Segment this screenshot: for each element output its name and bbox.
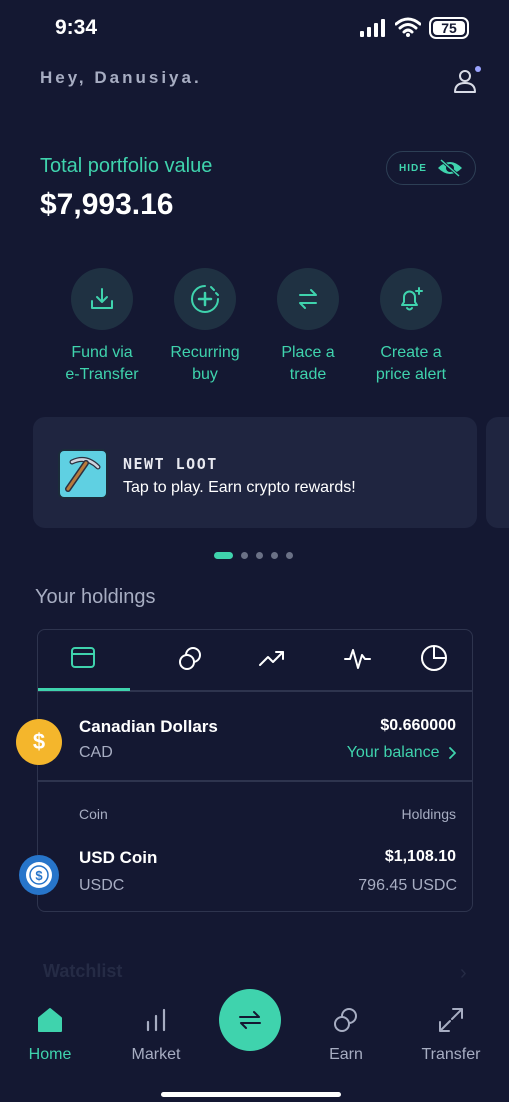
holdings-title: Your holdings: [35, 586, 156, 608]
promo-subtitle: Tap to play. Earn crypto rewards!: [123, 479, 356, 496]
home-indicator: [161, 1092, 341, 1097]
swap-arrows-icon: [239, 1011, 261, 1029]
pie-chart-icon[interactable]: [419, 643, 449, 673]
place-trade-button[interactable]: Place a trade: [253, 268, 363, 386]
usdc-amount: $1,108.10: [384, 848, 456, 865]
create-price-alert-button[interactable]: Create a price alert: [356, 268, 466, 386]
carousel-dot[interactable]: [286, 552, 293, 559]
portfolio-value: $7,993.16: [40, 188, 174, 221]
hide-balance-button[interactable]: HIDE: [386, 151, 476, 185]
carousel-dot-active[interactable]: [214, 552, 233, 559]
bell-plus-icon: [380, 268, 442, 330]
carousel-dot[interactable]: [241, 552, 248, 559]
download-icon: [71, 268, 133, 330]
action-label-line1: Recurring: [170, 344, 240, 361]
action-label-line2: e-Transfer: [65, 366, 139, 383]
nav-earn[interactable]: Earn: [301, 1005, 391, 1064]
hide-label: HIDE: [399, 162, 427, 174]
carousel-indicator: [214, 552, 293, 559]
nav-transfer[interactable]: Transfer: [406, 1005, 496, 1064]
action-label-line1: Create a: [380, 344, 442, 361]
nav-earn-label: Earn: [329, 1046, 363, 1063]
promo-title: NEWT LOOT: [123, 455, 218, 473]
usdc-holdings: 796.45 USDC: [358, 877, 457, 894]
battery-level: 75: [433, 21, 465, 35]
recurring-buy-button[interactable]: Recurring buy: [150, 268, 260, 386]
action-label-line2: price alert: [375, 366, 447, 383]
pickaxe-icon: [58, 449, 108, 499]
nav-home-label: Home: [28, 1046, 72, 1063]
wallet-icon[interactable]: [69, 643, 99, 673]
fund-etransfer-button[interactable]: Fund via e-Transfer: [47, 268, 157, 386]
cellular-signal-icon: [360, 19, 385, 37]
holdings-panel: [37, 629, 473, 912]
bar-chart-icon: [146, 1008, 166, 1032]
column-header-holdings: Holdings: [401, 806, 456, 822]
chevron-right-icon: ›: [460, 962, 467, 984]
cad-amount: $0.660000: [380, 717, 456, 734]
watchlist-title[interactable]: Watchlist: [43, 961, 122, 982]
nav-market[interactable]: Market: [111, 1005, 201, 1064]
cad-name: Canadian Dollars: [79, 717, 218, 736]
coins-icon[interactable]: [176, 643, 206, 673]
column-header-coin: Coin: [79, 806, 108, 822]
carousel-dot[interactable]: [271, 552, 278, 559]
home-icon: [38, 1008, 62, 1032]
promo-card-next[interactable]: [486, 417, 509, 528]
active-tab-indicator: [38, 688, 130, 691]
usdc-code: USDC: [79, 877, 125, 894]
cad-coin-icon: $: [16, 719, 62, 765]
portfolio-label: Total portfolio value: [40, 155, 213, 177]
action-label-line1: Place a: [281, 344, 335, 361]
usdc-name: USD Coin: [79, 848, 158, 867]
transfer-arrows-icon: [439, 1008, 463, 1032]
status-time: 9:34: [55, 16, 98, 39]
coins-icon: [334, 1008, 357, 1032]
greeting: Hey, Danusiya.: [40, 68, 202, 87]
nav-transfer-label: Transfer: [421, 1046, 481, 1063]
your-balance-link[interactable]: Your balance: [300, 744, 458, 762]
wifi-icon: [395, 17, 421, 37]
swap-arrows-icon: [277, 268, 339, 330]
nav-home[interactable]: Home: [5, 1005, 95, 1064]
pulse-icon[interactable]: [342, 643, 372, 673]
action-label-line2: trade: [289, 366, 327, 383]
nav-market-label: Market: [131, 1046, 181, 1063]
your-balance-label: Your balance: [346, 744, 440, 761]
carousel-dot[interactable]: [256, 552, 263, 559]
recurring-plus-icon: [174, 268, 236, 330]
cad-code: CAD: [79, 744, 113, 761]
chevron-right-icon: [449, 746, 456, 759]
svg-text:$: $: [35, 868, 43, 883]
battery-indicator: 75: [429, 17, 469, 39]
trade-fab-button[interactable]: [219, 989, 281, 1051]
trend-up-icon[interactable]: [257, 643, 287, 673]
row-divider: [37, 780, 473, 782]
usdc-coin-icon: $: [19, 855, 59, 895]
eye-slash-icon: [437, 159, 462, 177]
action-label-line2: buy: [192, 366, 218, 383]
profile-icon[interactable]: [452, 66, 482, 96]
action-label-line1: Fund via: [71, 344, 133, 361]
